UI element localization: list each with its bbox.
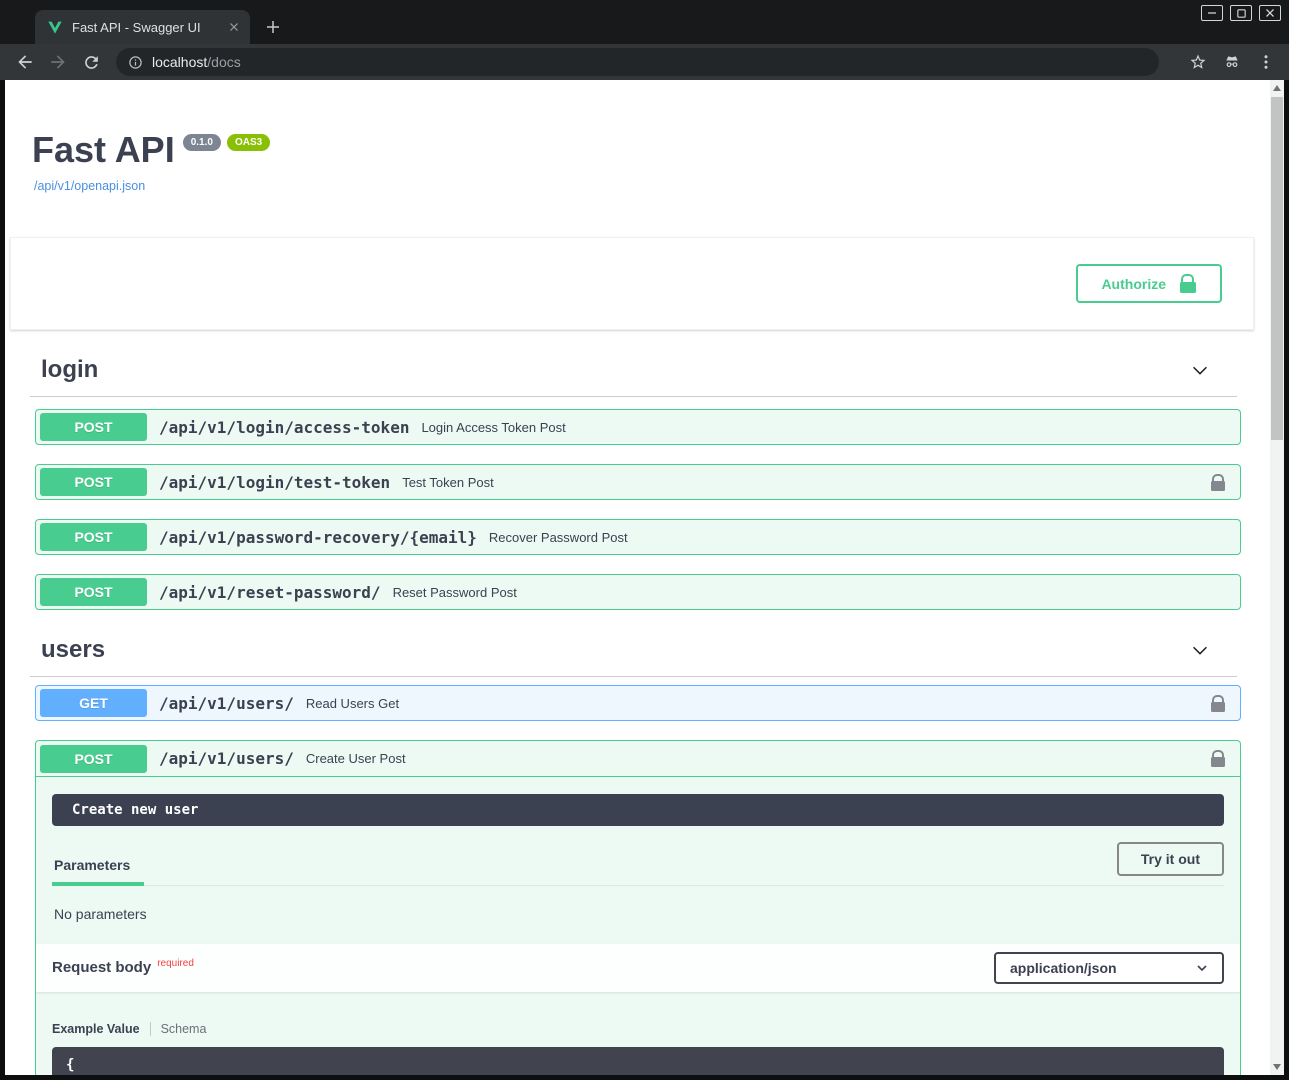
api-info: Fast API 0.1.0 OAS3 /api/v1/openapi.json	[5, 80, 1270, 195]
operation-summary: Login Access Token Post	[421, 420, 565, 435]
example-code-block: {	[52, 1047, 1224, 1075]
incognito-icon	[1223, 53, 1241, 71]
operation-path: /api/v1/reset-password/	[159, 583, 381, 602]
version-badge: 0.1.0	[183, 134, 221, 151]
parameters-header: Parameters Try it out	[52, 842, 1224, 886]
tab-divider	[150, 1022, 151, 1036]
method-badge: POST	[40, 578, 147, 606]
tag-header-users[interactable]: users	[30, 636, 1237, 677]
method-badge: POST	[40, 745, 147, 773]
auth-lock-icon[interactable]	[1211, 695, 1226, 712]
content-type-select[interactable]: application/json	[994, 952, 1224, 984]
forward-icon[interactable]	[48, 52, 68, 72]
chevron-down-icon	[1194, 960, 1210, 976]
back-icon[interactable]	[15, 52, 35, 72]
window-controls	[1201, 5, 1281, 21]
operation-expanded: POST /api/v1/users/ Create User Post Cre…	[35, 740, 1241, 1075]
operation-summary: Create User Post	[306, 751, 406, 766]
no-parameters-text: No parameters	[52, 906, 1224, 922]
reload-icon[interactable]	[81, 52, 101, 72]
example-value-tab[interactable]: Example Value	[52, 1022, 140, 1036]
scroll-down-icon[interactable]	[1273, 1064, 1281, 1070]
operation-row[interactable]: POST /api/v1/login/access-token Login Ac…	[35, 409, 1241, 445]
parameters-tab: Parameters	[52, 843, 144, 885]
oas3-badge: OAS3	[227, 134, 270, 151]
example-area: Example Value Schema {	[36, 992, 1240, 1075]
operation-row[interactable]: POST /api/v1/login/test-token Test Token…	[35, 464, 1241, 500]
operation-path: /api/v1/login/test-token	[159, 473, 390, 492]
operation-row[interactable]: GET /api/v1/users/ Read Users Get	[35, 685, 1241, 721]
chevron-down-icon[interactable]	[1189, 639, 1211, 661]
page-title: Fast API	[32, 130, 175, 170]
favicon-icon	[47, 19, 63, 35]
minimize-button[interactable]	[1201, 5, 1223, 21]
operation-summary: Recover Password Post	[489, 530, 628, 545]
tag-title: users	[41, 636, 105, 664]
scrollbar[interactable]	[1270, 80, 1284, 1075]
site-info-icon[interactable]	[128, 55, 143, 70]
tag-header-login[interactable]: login	[30, 356, 1237, 397]
operation-description: Create new user	[52, 794, 1224, 826]
menu-kebab-icon[interactable]	[1257, 53, 1275, 71]
unlock-icon	[1180, 274, 1197, 293]
operation-summary: Reset Password Post	[393, 585, 517, 600]
browser-window: Fast API - Swagger UI	[0, 0, 1289, 1080]
operation-row[interactable]: POST /api/v1/password-recovery/{email} R…	[35, 519, 1241, 555]
required-label: required	[157, 958, 194, 969]
request-body-label: Request body	[52, 959, 151, 976]
operation-path: /api/v1/users/	[159, 694, 294, 713]
method-badge: POST	[40, 413, 147, 441]
method-badge: POST	[40, 468, 147, 496]
method-badge: GET	[40, 689, 147, 717]
url-path: /docs	[207, 54, 240, 70]
openapi-spec-link[interactable]: /api/v1/openapi.json	[34, 179, 145, 193]
browser-tab[interactable]: Fast API - Swagger UI	[35, 10, 250, 44]
close-button[interactable]	[1259, 5, 1281, 21]
tag-title: login	[41, 356, 98, 384]
operation-summary: Test Token Post	[402, 475, 494, 490]
maximize-button[interactable]	[1230, 5, 1252, 21]
method-badge: POST	[40, 523, 147, 551]
auth-lock-icon[interactable]	[1211, 750, 1226, 767]
tab-close-icon[interactable]	[226, 19, 242, 35]
operation-row[interactable]: POST /api/v1/users/ Create User Post	[36, 741, 1240, 777]
scroll-up-icon[interactable]	[1273, 85, 1281, 91]
try-it-out-button[interactable]: Try it out	[1117, 842, 1224, 876]
authorize-label: Authorize	[1101, 276, 1166, 292]
address-bar[interactable]: localhost/docs	[116, 48, 1159, 76]
operation-summary: Read Users Get	[306, 696, 399, 711]
new-tab-button[interactable]	[262, 16, 284, 38]
content-type-value: application/json	[1010, 960, 1117, 976]
operation-path: /api/v1/password-recovery/{email}	[159, 528, 477, 547]
swagger-page: Fast API 0.1.0 OAS3 /api/v1/openapi.json…	[5, 80, 1270, 1075]
browser-toolbar: localhost/docs	[0, 44, 1289, 80]
tab-title: Fast API - Swagger UI	[72, 20, 226, 35]
authorize-button[interactable]: Authorize	[1076, 264, 1222, 303]
bookmark-star-icon[interactable]	[1189, 53, 1207, 71]
chevron-down-icon[interactable]	[1189, 359, 1211, 381]
scrollbar-thumb[interactable]	[1271, 97, 1283, 440]
scheme-container: Authorize	[10, 237, 1254, 330]
request-body-header: Request body required application/json	[36, 944, 1240, 992]
operation-path: /api/v1/users/	[159, 749, 294, 768]
schema-tab[interactable]: Schema	[161, 1022, 207, 1036]
titlebar: Fast API - Swagger UI	[0, 0, 1289, 44]
operation-path: /api/v1/login/access-token	[159, 418, 409, 437]
auth-lock-icon[interactable]	[1211, 474, 1226, 491]
url-host: localhost	[152, 54, 207, 70]
operation-row[interactable]: POST /api/v1/reset-password/ Reset Passw…	[35, 574, 1241, 610]
page-viewport: Fast API 0.1.0 OAS3 /api/v1/openapi.json…	[5, 80, 1284, 1075]
